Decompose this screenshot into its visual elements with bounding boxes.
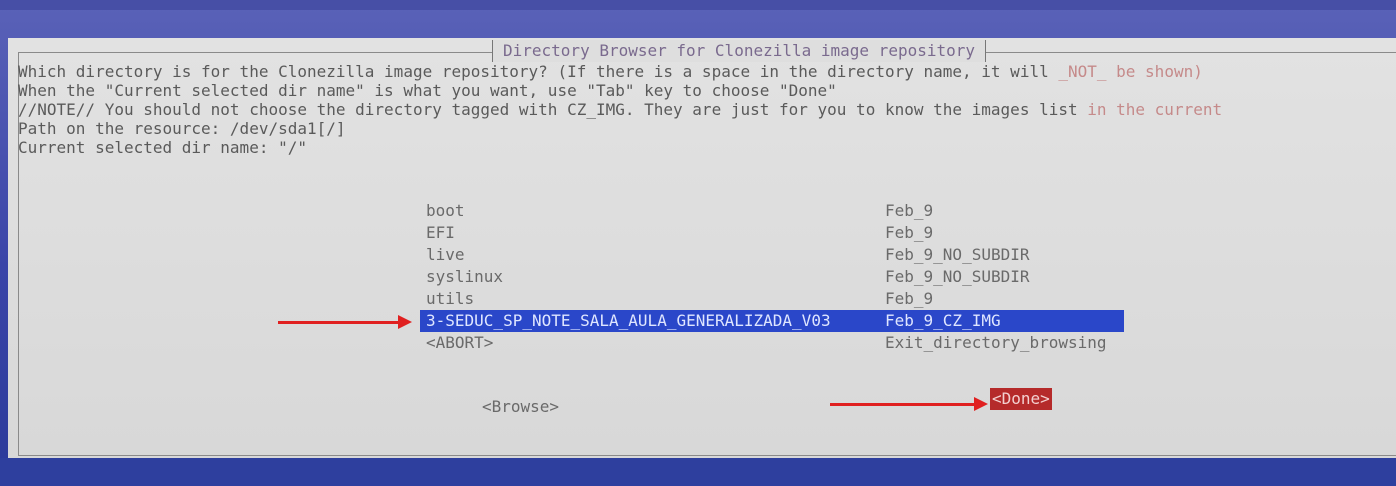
dir-tag: Feb_9_CZ_IMG bbox=[885, 311, 1001, 330]
dir-tag: Feb_9 bbox=[885, 289, 934, 308]
list-item[interactable]: syslinux Feb_9_NO_SUBDIR bbox=[420, 266, 1124, 288]
done-button[interactable]: <Done> bbox=[990, 388, 1052, 410]
message-line-1-text: Which directory is for the Clonezilla im… bbox=[18, 62, 1049, 81]
dir-tag: Feb_9_NO_SUBDIR bbox=[885, 267, 1030, 286]
message-line-1-faint: _NOT_ be shown) bbox=[1048, 62, 1203, 81]
message-line-3-text: //NOTE// You should not choose the direc… bbox=[18, 100, 1078, 119]
dir-tag: Feb_9 bbox=[885, 223, 934, 242]
dir-tag: Feb_9_NO_SUBDIR bbox=[885, 245, 1030, 264]
dir-name: boot bbox=[426, 201, 465, 220]
list-item-selected[interactable]: 3-SEDUC_SP_NOTE_SALA_AULA_GENERALIZADA_V… bbox=[420, 310, 1124, 332]
message-line-3: //NOTE// You should not choose the direc… bbox=[18, 100, 1222, 119]
list-item[interactable]: live Feb_9_NO_SUBDIR bbox=[420, 244, 1124, 266]
dir-name: utils bbox=[426, 289, 475, 308]
current-selected-dir: Current selected dir name: "/" bbox=[18, 138, 307, 157]
message-line-2: When the "Current selected dir name" is … bbox=[18, 81, 837, 100]
abort-label: <ABORT> bbox=[426, 333, 494, 352]
current-selected-dir-text: Current selected dir name: "/" bbox=[18, 138, 307, 157]
directory-list: boot Feb_9 EFI Feb_9 live Feb_9_NO_SUBDI… bbox=[420, 200, 1124, 354]
resource-path-text: Path on the resource: /dev/sda1[/] bbox=[18, 119, 346, 138]
message-line-2-text: When the "Current selected dir name" is … bbox=[18, 81, 837, 100]
dir-name: live bbox=[426, 245, 465, 264]
message-line-3-faint: in the current bbox=[1077, 100, 1223, 119]
list-item[interactable]: utils Feb_9 bbox=[420, 288, 1124, 310]
abort-item[interactable]: <ABORT> Exit_directory_browsing bbox=[420, 332, 1124, 354]
list-item[interactable]: boot Feb_9 bbox=[420, 200, 1124, 222]
screen-bezel bbox=[0, 0, 1396, 10]
dir-tag: Feb_9 bbox=[885, 201, 934, 220]
browse-button[interactable]: <Browse> bbox=[482, 396, 559, 418]
directory-browser-dialog: Directory Browser for Clonezilla image r… bbox=[8, 38, 1396, 458]
dir-name: 3-SEDUC_SP_NOTE_SALA_AULA_GENERALIZADA_V… bbox=[426, 311, 831, 330]
abort-tag: Exit_directory_browsing bbox=[885, 333, 1107, 352]
dir-name: syslinux bbox=[426, 267, 504, 286]
screen-bottom-bar bbox=[0, 458, 1396, 486]
message-line-1: Which directory is for the Clonezilla im… bbox=[18, 62, 1203, 81]
annotation-arrow-icon bbox=[278, 315, 412, 329]
dir-name: EFI bbox=[426, 223, 455, 242]
resource-path: Path on the resource: /dev/sda1[/] bbox=[18, 119, 346, 138]
dialog-title: Directory Browser for Clonezilla image r… bbox=[492, 40, 987, 62]
list-item[interactable]: EFI Feb_9 bbox=[420, 222, 1124, 244]
annotation-arrow-icon bbox=[830, 397, 988, 411]
